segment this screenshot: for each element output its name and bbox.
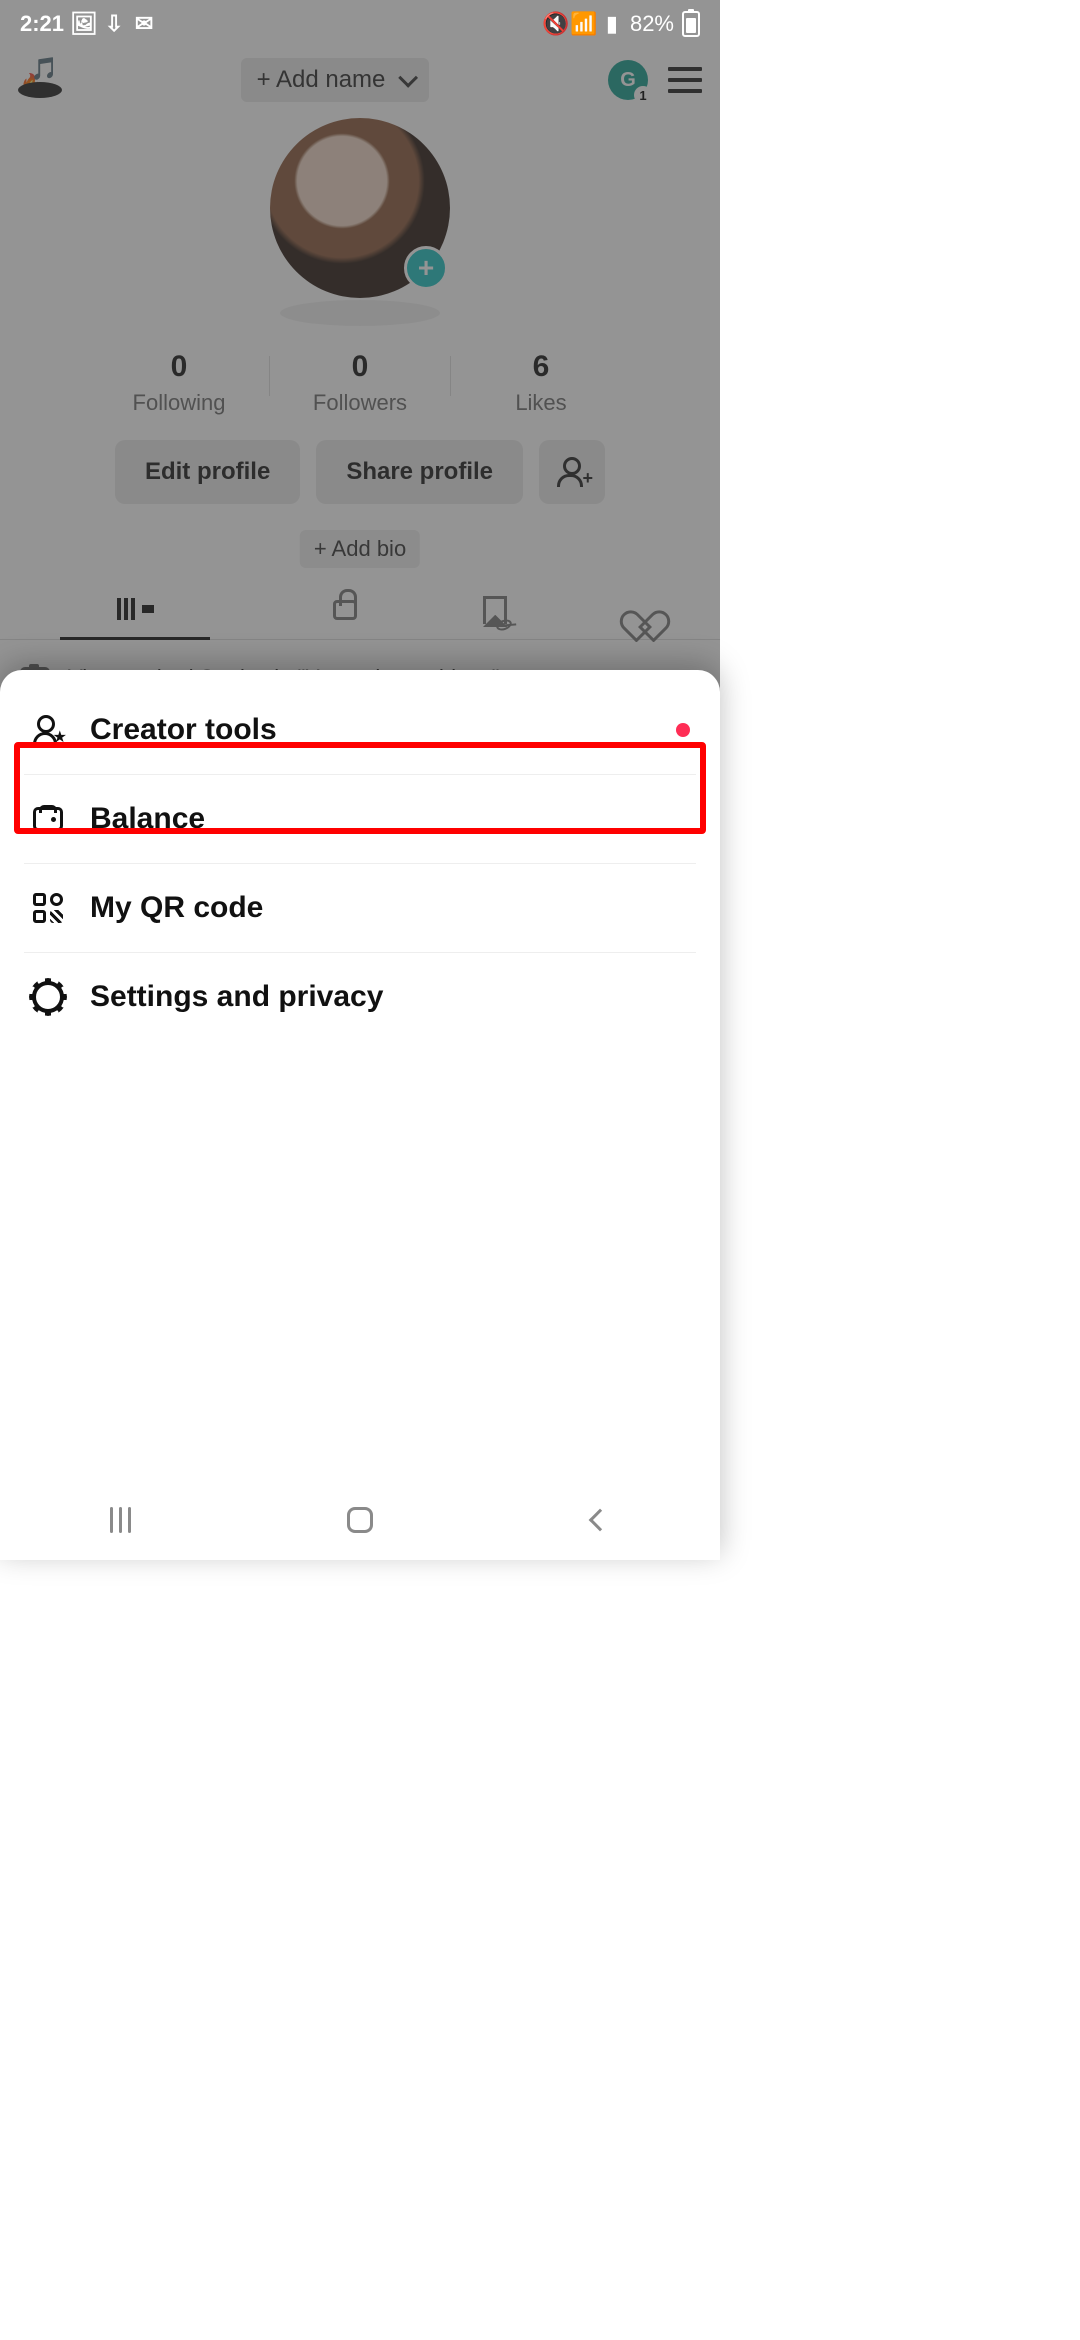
gear-icon xyxy=(32,981,64,1013)
nav-back[interactable] xyxy=(583,1503,617,1537)
download-icon: ⇩ xyxy=(104,14,124,34)
battery-pct: 82% xyxy=(630,11,674,37)
image-icon: 🖼 xyxy=(74,14,94,34)
mail-icon: ✉ xyxy=(134,14,154,34)
menu-creator-tools[interactable]: ★ Creator tools xyxy=(24,686,696,775)
creator-icon: ★ xyxy=(33,715,63,745)
wallet-icon xyxy=(33,807,63,831)
system-nav-bar xyxy=(0,1480,720,1560)
wifi-icon: 📶 xyxy=(574,14,594,34)
bottom-sheet: ★ Creator tools Balance My QR code Setti… xyxy=(0,670,720,1560)
battery-icon xyxy=(682,11,700,37)
menu-settings-privacy[interactable]: Settings and privacy xyxy=(24,953,696,1041)
menu-balance[interactable]: Balance xyxy=(24,775,696,864)
nav-recents[interactable] xyxy=(103,1503,137,1537)
notification-dot xyxy=(676,723,690,737)
menu-qr-code[interactable]: My QR code xyxy=(24,864,696,953)
qr-icon xyxy=(33,893,63,923)
status-time: 2:21 xyxy=(20,11,64,37)
status-bar: 2:21 🖼 ⇩ ✉ 🔇 📶 ▮ 82% xyxy=(0,0,720,48)
nav-home[interactable] xyxy=(343,1503,377,1537)
mute-icon: 🔇 xyxy=(546,14,566,34)
signal-icon: ▮ xyxy=(602,14,622,34)
